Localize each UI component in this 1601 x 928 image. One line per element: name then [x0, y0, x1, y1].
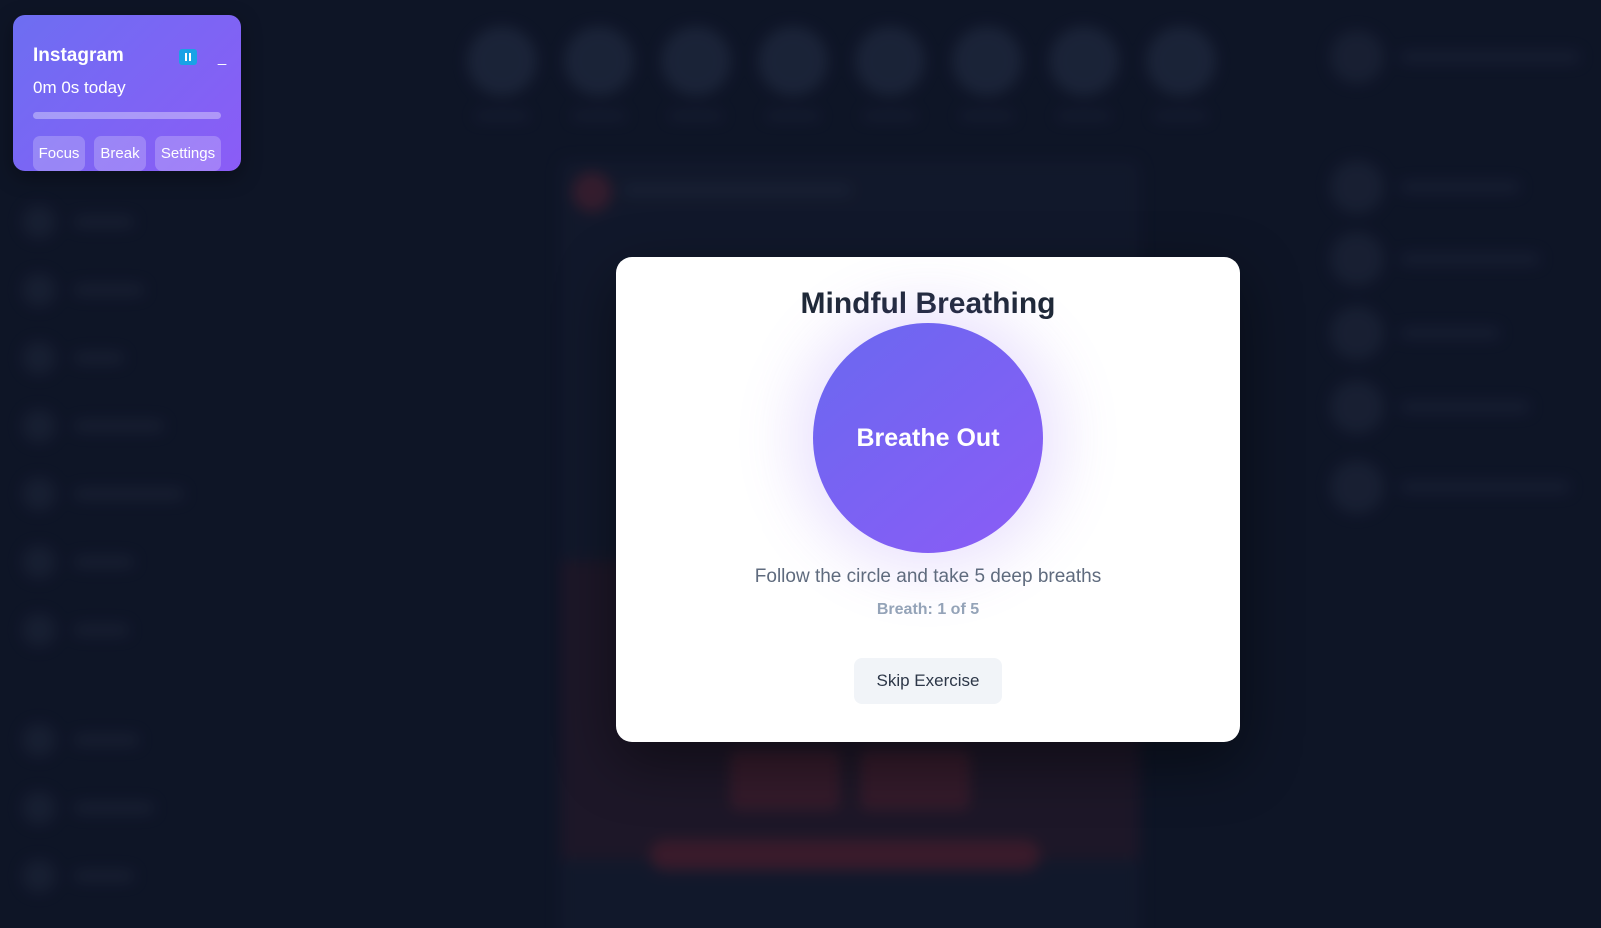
usage-progress-bar — [33, 112, 221, 119]
pause-button[interactable] — [179, 49, 197, 65]
settings-button[interactable]: Settings — [155, 136, 221, 171]
breathing-instruction: Follow the circle and take 5 deep breath… — [754, 566, 1102, 587]
break-button[interactable]: Break — [94, 136, 146, 171]
minimize-button[interactable]: _ — [216, 49, 228, 67]
breath-counter: Breath: 1 of 5 — [876, 601, 980, 618]
breath-phase-label: Breathe Out — [856, 423, 1000, 452]
skip-exercise-button[interactable]: Skip Exercise — [854, 658, 1002, 704]
pause-icon — [185, 53, 187, 61]
time-today: 0m 0s today — [33, 78, 126, 97]
breathing-circle: Breathe Out — [813, 323, 1043, 553]
focus-button[interactable]: Focus — [33, 136, 85, 171]
breathing-modal: Mindful Breathing Breathe Out Follow the… — [616, 257, 1240, 742]
widget-app-name: Instagram — [33, 45, 124, 66]
pause-icon-bar — [189, 53, 191, 61]
modal-title: Mindful Breathing — [800, 287, 1056, 320]
usage-tracker-widget: Instagram _ 0m 0s today Focus Break Sett… — [13, 15, 241, 171]
